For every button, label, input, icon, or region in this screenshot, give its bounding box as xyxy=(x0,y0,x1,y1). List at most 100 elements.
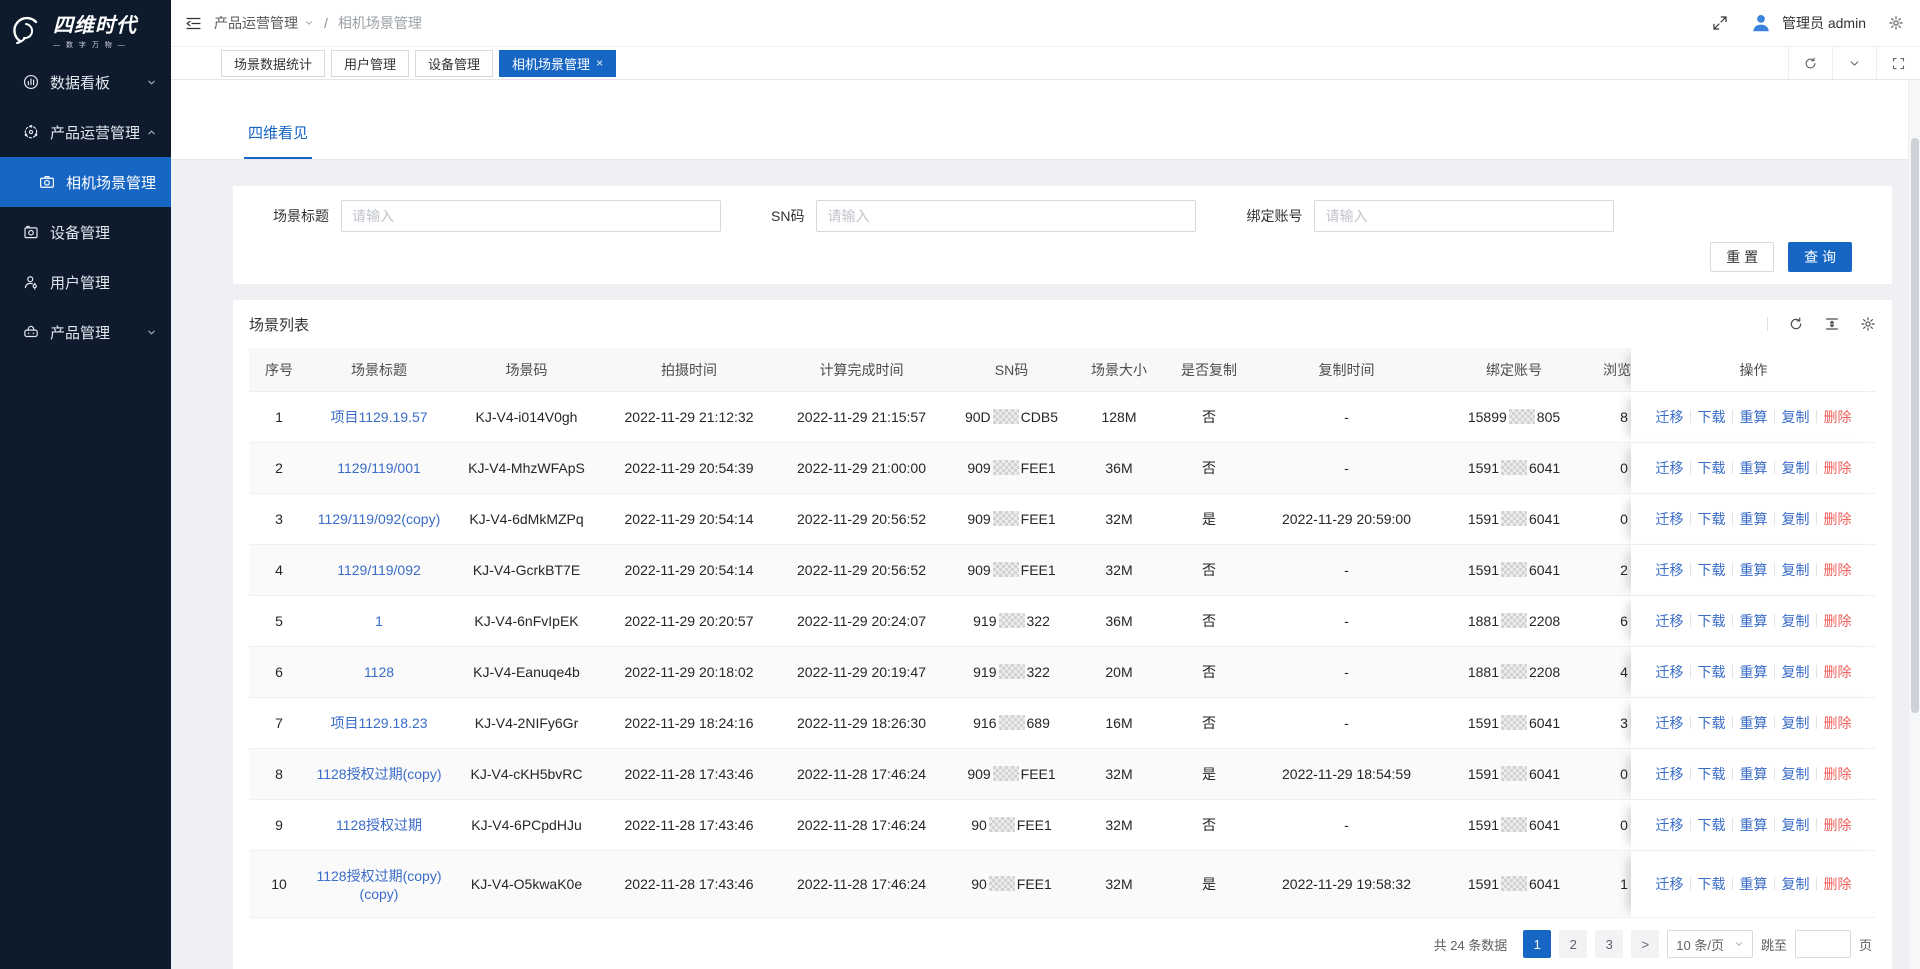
action-下载[interactable]: 下载 xyxy=(1698,766,1726,782)
action-删除[interactable]: 删除 xyxy=(1824,817,1852,833)
action-重算[interactable]: 重算 xyxy=(1740,409,1768,425)
next-page-button[interactable]: > xyxy=(1631,930,1659,958)
action-迁移[interactable]: 迁移 xyxy=(1656,715,1684,731)
action-复制[interactable]: 复制 xyxy=(1782,817,1810,833)
action-复制[interactable]: 复制 xyxy=(1782,664,1810,680)
breadcrumb-parent[interactable]: 产品运营管理 xyxy=(214,13,298,33)
action-复制[interactable]: 复制 xyxy=(1782,511,1810,527)
action-迁移[interactable]: 迁移 xyxy=(1656,766,1684,782)
search-button[interactable]: 查 询 xyxy=(1788,242,1852,272)
collapse-sidebar-icon[interactable] xyxy=(181,11,206,36)
action-重算[interactable]: 重算 xyxy=(1740,876,1768,892)
action-迁移[interactable]: 迁移 xyxy=(1656,876,1684,892)
action-重算[interactable]: 重算 xyxy=(1740,613,1768,629)
action-删除[interactable]: 删除 xyxy=(1824,613,1852,629)
cell-title[interactable]: 1128授权过期(copy) (copy) xyxy=(309,851,449,918)
sidebar-item-数据看板[interactable]: 数据看板 xyxy=(0,57,171,107)
action-删除[interactable]: 删除 xyxy=(1824,562,1852,578)
page-button-3[interactable]: 3 xyxy=(1595,930,1623,958)
cell-title[interactable]: 1129/119/092(copy) xyxy=(309,494,449,545)
reset-button[interactable]: 重 置 xyxy=(1710,242,1774,272)
action-下载[interactable]: 下载 xyxy=(1698,715,1726,731)
sidebar-item-用户管理[interactable]: 用户管理 xyxy=(0,257,171,307)
cell-title[interactable]: 1128授权过期 xyxy=(309,800,449,851)
action-复制[interactable]: 复制 xyxy=(1782,409,1810,425)
tab-siwei-kanjian[interactable]: 四维看见 xyxy=(244,122,312,159)
action-下载[interactable]: 下载 xyxy=(1698,817,1726,833)
action-下载[interactable]: 下载 xyxy=(1698,409,1726,425)
jump-page-input[interactable] xyxy=(1795,930,1851,958)
action-重算[interactable]: 重算 xyxy=(1740,664,1768,680)
table-scroll-area[interactable]: 序号场景标题场景码拍摄时间计算完成时间SN码场景大小是否复制复制时间绑定账号浏览… xyxy=(249,348,1876,918)
action-重算[interactable]: 重算 xyxy=(1740,715,1768,731)
action-重算[interactable]: 重算 xyxy=(1740,766,1768,782)
open-tab-设备管理[interactable]: 设备管理 xyxy=(415,50,493,77)
action-迁移[interactable]: 迁移 xyxy=(1656,460,1684,476)
action-重算[interactable]: 重算 xyxy=(1740,460,1768,476)
sidebar-item-产品管理[interactable]: 产品管理 xyxy=(0,307,171,357)
sidebar-item-相机场景管理[interactable]: 相机场景管理 xyxy=(0,157,171,207)
action-复制[interactable]: 复制 xyxy=(1782,876,1810,892)
action-删除[interactable]: 删除 xyxy=(1824,511,1852,527)
cell-title[interactable]: 1129/119/001 xyxy=(309,443,449,494)
action-重算[interactable]: 重算 xyxy=(1740,817,1768,833)
cell-title[interactable]: 1 xyxy=(309,596,449,647)
action-复制[interactable]: 复制 xyxy=(1782,613,1810,629)
density-icon[interactable] xyxy=(1824,316,1840,332)
action-下载[interactable]: 下载 xyxy=(1698,511,1726,527)
fullscreen-icon[interactable] xyxy=(1708,11,1732,35)
page-button-2[interactable]: 2 xyxy=(1559,930,1587,958)
settings-icon[interactable] xyxy=(1860,316,1876,332)
cell-title[interactable]: 项目1129.18.23 xyxy=(309,698,449,749)
page-size-select[interactable]: 10 条/页 xyxy=(1667,930,1753,958)
maximize-icon[interactable] xyxy=(1876,47,1920,79)
action-迁移[interactable]: 迁移 xyxy=(1656,409,1684,425)
action-重算[interactable]: 重算 xyxy=(1740,511,1768,527)
column-header-calc_time: 计算完成时间 xyxy=(774,348,949,392)
cell-title[interactable]: 1129/119/092 xyxy=(309,545,449,596)
action-删除[interactable]: 删除 xyxy=(1824,715,1852,731)
action-迁移[interactable]: 迁移 xyxy=(1656,613,1684,629)
action-迁移[interactable]: 迁移 xyxy=(1656,664,1684,680)
sn-input[interactable] xyxy=(816,200,1196,232)
refresh-icon[interactable] xyxy=(1788,47,1832,79)
action-下载[interactable]: 下载 xyxy=(1698,613,1726,629)
chevron-down-icon[interactable] xyxy=(1832,47,1876,79)
action-迁移[interactable]: 迁移 xyxy=(1656,817,1684,833)
refresh-icon[interactable] xyxy=(1788,316,1804,332)
close-icon[interactable]: × xyxy=(596,56,603,70)
gear-icon[interactable] xyxy=(1884,11,1908,35)
action-迁移[interactable]: 迁移 xyxy=(1656,511,1684,527)
cell-title[interactable]: 1128 xyxy=(309,647,449,698)
action-复制[interactable]: 复制 xyxy=(1782,562,1810,578)
action-删除[interactable]: 删除 xyxy=(1824,664,1852,680)
action-下载[interactable]: 下载 xyxy=(1698,876,1726,892)
action-删除[interactable]: 删除 xyxy=(1824,409,1852,425)
action-下载[interactable]: 下载 xyxy=(1698,562,1726,578)
sidebar-item-产品运营管理[interactable]: 产品运营管理 xyxy=(0,107,171,157)
scene-title-input[interactable] xyxy=(341,200,721,232)
action-复制[interactable]: 复制 xyxy=(1782,715,1810,731)
account-input[interactable] xyxy=(1314,200,1614,232)
chevron-down-icon[interactable] xyxy=(304,18,314,28)
user-menu[interactable]: 管理员 admin xyxy=(1750,12,1866,34)
action-复制[interactable]: 复制 xyxy=(1782,766,1810,782)
action-删除[interactable]: 删除 xyxy=(1824,460,1852,476)
action-删除[interactable]: 删除 xyxy=(1824,876,1852,892)
open-tab-用户管理[interactable]: 用户管理 xyxy=(331,50,409,77)
action-下载[interactable]: 下载 xyxy=(1698,460,1726,476)
action-重算[interactable]: 重算 xyxy=(1740,562,1768,578)
page-scrollbar[interactable] xyxy=(1908,80,1920,969)
open-tab-场景数据统计[interactable]: 场景数据统计 xyxy=(221,50,325,77)
cell-size: 32M xyxy=(1074,749,1164,800)
cell-title[interactable]: 项目1129.19.57 xyxy=(309,392,449,443)
action-删除[interactable]: 删除 xyxy=(1824,766,1852,782)
page-button-1[interactable]: 1 xyxy=(1523,930,1551,958)
action-复制[interactable]: 复制 xyxy=(1782,460,1810,476)
open-tab-相机场景管理[interactable]: 相机场景管理× xyxy=(499,50,616,77)
action-下载[interactable]: 下载 xyxy=(1698,664,1726,680)
action-迁移[interactable]: 迁移 xyxy=(1656,562,1684,578)
sidebar-item-设备管理[interactable]: 设备管理 xyxy=(0,207,171,257)
scrollbar-thumb[interactable] xyxy=(1911,138,1919,713)
cell-title[interactable]: 1128授权过期(copy) xyxy=(309,749,449,800)
